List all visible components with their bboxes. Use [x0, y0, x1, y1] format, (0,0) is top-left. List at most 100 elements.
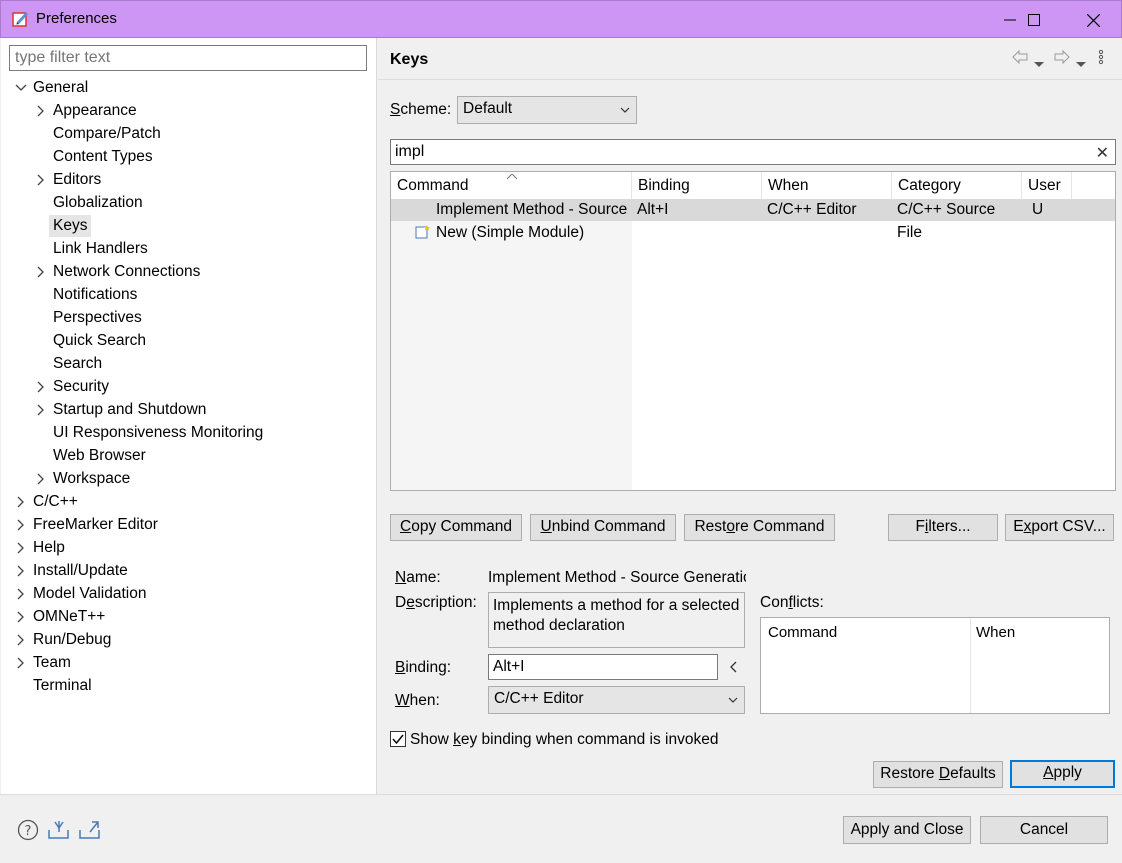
- chevron-down-icon[interactable]: [15, 77, 27, 99]
- show-key-binding-label[interactable]: Show key binding when command is invoked: [410, 731, 718, 749]
- tree-item-model-validation[interactable]: Model Validation: [1, 583, 377, 605]
- binding-label: Binding:: [395, 659, 452, 676]
- tree-item-freemarker-editor[interactable]: FreeMarker Editor: [1, 514, 377, 536]
- tree-item-label: Link Handlers: [53, 240, 148, 257]
- tree-item-link-handlers[interactable]: Link Handlers: [1, 238, 377, 260]
- chevron-right-icon[interactable]: [15, 652, 27, 674]
- restore-command-button[interactable]: Restore Command: [684, 514, 835, 541]
- chevron-right-icon[interactable]: [35, 261, 47, 283]
- show-key-binding-checkbox[interactable]: [390, 731, 406, 747]
- scheme-select[interactable]: Default: [457, 96, 637, 124]
- view-menu-icon[interactable]: [1098, 49, 1104, 69]
- when-select[interactable]: C/C++ Editor: [488, 686, 745, 714]
- tree-item-security[interactable]: Security: [1, 376, 377, 398]
- chevron-right-icon[interactable]: [15, 629, 27, 651]
- apply-button[interactable]: Apply: [1010, 760, 1115, 788]
- conflicts-label: Conflicts:: [760, 594, 824, 611]
- header-binding[interactable]: Binding: [632, 172, 762, 199]
- tree-item-terminal[interactable]: Terminal: [1, 675, 377, 697]
- chevron-right-icon[interactable]: [35, 376, 47, 398]
- tree-item-compare-patch[interactable]: Compare/Patch: [1, 123, 377, 145]
- tree-item-label: Notifications: [53, 286, 138, 303]
- conflicts-header-command: Command: [768, 624, 838, 641]
- table-row[interactable]: Implement Method - Source Generation Alt…: [391, 199, 1115, 221]
- tree-item-label: OMNeT++: [33, 608, 106, 625]
- tree-item-globalization[interactable]: Globalization: [1, 192, 377, 214]
- export-csv-button[interactable]: Export CSV...: [1005, 514, 1114, 541]
- tree-item-label: Team: [33, 654, 71, 671]
- chevron-right-icon[interactable]: [15, 606, 27, 628]
- tree-item-label: Startup and Shutdown: [53, 401, 207, 418]
- header-command[interactable]: Command: [391, 172, 632, 199]
- copy-command-button[interactable]: Copy Command: [390, 514, 522, 541]
- tree-item-team[interactable]: Team: [1, 652, 377, 674]
- tree-item-quick-search[interactable]: Quick Search: [1, 330, 377, 352]
- tree-item-workspace[interactable]: Workspace: [1, 468, 377, 490]
- keys-search-input[interactable]: impl ✕: [390, 139, 1116, 165]
- tree-item-editors[interactable]: Editors: [1, 169, 377, 191]
- tree-item-label: Globalization: [53, 194, 143, 211]
- tree-item-notifications[interactable]: Notifications: [1, 284, 377, 306]
- close-button[interactable]: [1070, 5, 1116, 35]
- chevron-right-icon[interactable]: [35, 100, 47, 122]
- chevron-right-icon[interactable]: [35, 399, 47, 421]
- chevron-right-icon[interactable]: [15, 560, 27, 582]
- tree-item-label: Run/Debug: [33, 631, 112, 648]
- table-row[interactable]: New (Simple Module) File: [391, 222, 1115, 244]
- header-when[interactable]: When: [762, 172, 892, 199]
- tree-item-appearance[interactable]: Appearance: [1, 100, 377, 122]
- tree-item-ui-responsiveness-monitoring[interactable]: UI Responsiveness Monitoring: [1, 422, 377, 444]
- chevron-right-icon[interactable]: [15, 491, 27, 513]
- tree-item-omnet[interactable]: OMNeT++: [1, 606, 377, 628]
- header-category[interactable]: Category: [892, 172, 1022, 199]
- help-icon[interactable]: ?: [17, 819, 39, 845]
- forward-dropdown-icon[interactable]: [1076, 55, 1086, 72]
- name-value: Implement Method - Source Generation: [488, 569, 746, 586]
- name-label: Name:: [395, 569, 441, 586]
- unbind-command-button[interactable]: Unbind Command: [530, 514, 676, 541]
- tree-item-startup-and-shutdown[interactable]: Startup and Shutdown: [1, 399, 377, 421]
- new-wizard-icon: [415, 224, 431, 247]
- forward-icon[interactable]: [1054, 49, 1070, 68]
- tree-item-label: Editors: [53, 171, 102, 188]
- svg-text:?: ?: [25, 824, 32, 839]
- back-dropdown-icon[interactable]: [1034, 55, 1044, 72]
- tree-item-network-connections[interactable]: Network Connections: [1, 261, 377, 283]
- tree-item-web-browser[interactable]: Web Browser: [1, 445, 377, 467]
- header-user[interactable]: User: [1022, 172, 1072, 199]
- row-binding: Alt+I: [637, 201, 669, 218]
- chevron-right-icon[interactable]: [15, 583, 27, 605]
- tree-item-keys[interactable]: Keys: [1, 215, 377, 237]
- tree-item-search[interactable]: Search: [1, 353, 377, 375]
- import-icon[interactable]: [47, 820, 71, 844]
- filter-input[interactable]: [9, 45, 367, 71]
- back-icon[interactable]: [1012, 49, 1028, 68]
- search-value: impl: [395, 143, 425, 160]
- cancel-button[interactable]: Cancel: [980, 816, 1108, 844]
- chevron-right-icon[interactable]: [35, 169, 47, 191]
- clear-search-icon[interactable]: ✕: [1096, 143, 1109, 163]
- binding-input[interactable]: Alt+I: [488, 654, 718, 680]
- tree-item-perspectives[interactable]: Perspectives: [1, 307, 377, 329]
- apply-and-close-button[interactable]: Apply and Close: [843, 816, 971, 844]
- tree-item-general[interactable]: General: [1, 77, 377, 99]
- tree-item-install-update[interactable]: Install/Update: [1, 560, 377, 582]
- sort-ascending-icon: [506, 162, 518, 189]
- chevron-down-icon: [620, 103, 630, 115]
- chevron-right-icon[interactable]: [35, 468, 47, 490]
- binding-menu-chevron-icon[interactable]: [728, 660, 738, 678]
- tree-item-c-c[interactable]: C/C++: [1, 491, 377, 513]
- filters-button[interactable]: Filters...: [888, 514, 998, 541]
- tree-item-help[interactable]: Help: [1, 537, 377, 559]
- export-icon[interactable]: [78, 820, 102, 844]
- maximize-button[interactable]: [1011, 5, 1057, 35]
- tree-item-content-types[interactable]: Content Types: [1, 146, 377, 168]
- chevron-right-icon[interactable]: [15, 537, 27, 559]
- restore-defaults-button[interactable]: Restore Defaults: [873, 761, 1003, 788]
- title-separator: [378, 79, 1122, 80]
- preferences-tree-pane: General Appearance Compare/Patch Content Ty…: [1, 38, 377, 794]
- row-category: File: [897, 224, 922, 241]
- tree-item-run-debug[interactable]: Run/Debug: [1, 629, 377, 651]
- tree-item-label: Perspectives: [53, 309, 142, 326]
- chevron-right-icon[interactable]: [15, 514, 27, 536]
